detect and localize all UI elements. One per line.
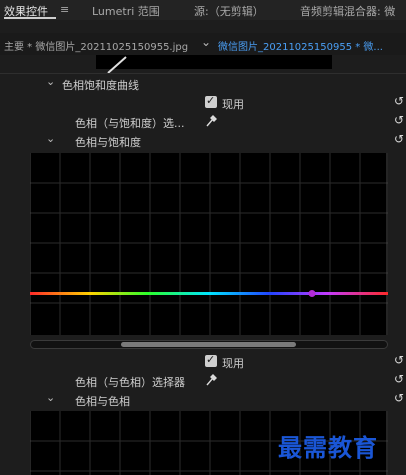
enable-row-1: 现用 ↺ (0, 93, 406, 111)
hue-vs-hue-row[interactable]: ⌄ 色相与色相 ↺ (0, 390, 406, 408)
curve-control-point (308, 290, 316, 297)
watermark-text: 最需教育 (278, 433, 378, 462)
chevron-down-icon[interactable]: ⌄ (46, 391, 55, 404)
reset-icon[interactable]: ↺ (394, 372, 404, 386)
reset-icon[interactable]: ↺ (394, 94, 404, 108)
hue-vs-sat-title: 色相与饱和度 (75, 136, 141, 149)
section-title: 色相饱和度曲线 (62, 79, 139, 92)
chevron-down-icon[interactable]: ⌄ (201, 35, 211, 49)
enable-row-2: 现用 ↺ (0, 352, 406, 370)
reset-icon[interactable]: ↺ (394, 113, 404, 127)
scrollbar-thumb[interactable] (121, 342, 296, 347)
enable-label: 现用 (222, 357, 244, 370)
reset-icon[interactable]: ↺ (394, 132, 404, 146)
enable-label: 现用 (222, 98, 244, 111)
master-clip-label[interactable]: 主要 * 微信图片_20211025150955.jpg (4, 38, 188, 53)
chevron-down-icon[interactable]: ⌄ (46, 75, 55, 88)
timeline-clip-strip (96, 55, 332, 69)
tab-menu-icon[interactable]: ≡ (60, 3, 69, 16)
enable-checkbox[interactable] (205, 353, 217, 367)
hue-vs-sat-selector-label: 色相（与饱和度）选... (75, 117, 185, 130)
enable-checkbox[interactable] (205, 94, 217, 108)
hue-vs-sat-selector-row: 色相（与饱和度）选... ↺ (0, 112, 406, 130)
sequence-clip-label[interactable]: 微信图片_20211025150955 * 微... (218, 38, 383, 53)
reset-icon[interactable]: ↺ (394, 353, 404, 367)
hue-vs-sat-row[interactable]: ⌄ 色相与饱和度 ↺ (0, 131, 406, 149)
hue-vs-sat-graph[interactable] (29, 153, 388, 335)
hue-vs-hue-selector-label: 色相（与色相）选择器 (75, 376, 185, 389)
panel-tab-bar: 效果控件 ≡ Lumetri 范围 源:（无剪辑） 音频剪辑混合器: 微 (0, 0, 406, 20)
graph-scrollbar[interactable] (30, 340, 388, 349)
curve-grid (29, 153, 388, 335)
tab-audio-clip-mixer[interactable]: 音频剪辑混合器: 微 (300, 3, 395, 19)
clip-header: 主要 * 微信图片_20211025150955.jpg ⌄ 微信图片_2021… (0, 33, 406, 55)
active-tab-indicator (4, 17, 56, 19)
chevron-down-icon[interactable]: ⌄ (46, 132, 55, 145)
eyedropper-icon[interactable] (205, 114, 217, 130)
tab-source[interactable]: 源:（无剪辑） (194, 3, 264, 19)
eyedropper-icon[interactable] (205, 373, 217, 389)
hue-gradient-curve (30, 292, 388, 295)
section-hue-sat-curves[interactable]: ⌄ 色相饱和度曲线 (0, 74, 406, 92)
tab-lumetri-scopes[interactable]: Lumetri 范围 (92, 3, 160, 19)
hue-vs-hue-selector-row: 色相（与色相）选择器 ↺ (0, 371, 406, 389)
reset-icon[interactable]: ↺ (394, 391, 404, 405)
curve-line-icon (107, 56, 127, 74)
hue-vs-hue-title: 色相与色相 (75, 395, 130, 408)
